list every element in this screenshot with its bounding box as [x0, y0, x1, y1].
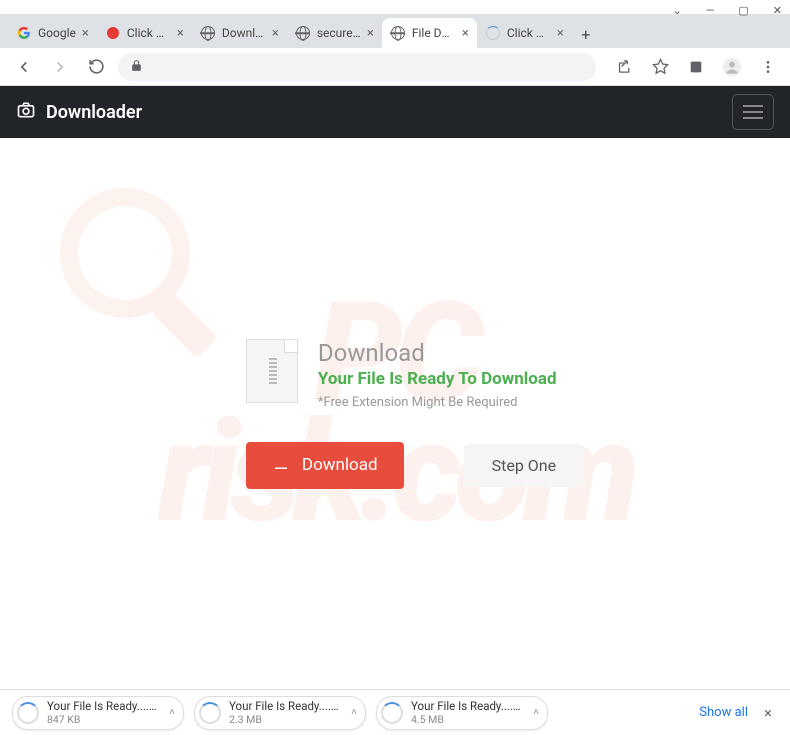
new-tab-button[interactable]: + — [572, 20, 600, 48]
step-one-button[interactable]: Step One — [464, 444, 585, 487]
download-heading: Download — [318, 339, 557, 367]
tab-close-icon[interactable]: × — [557, 26, 564, 41]
tab-close-icon[interactable]: × — [462, 26, 469, 41]
ready-text: Your File Is Ready To Download — [318, 369, 557, 389]
download-icon — [272, 454, 290, 477]
download-item[interactable]: Your File Is Ready....vhd 847 KB ˄ — [12, 696, 184, 730]
profile-icon[interactable] — [720, 55, 744, 79]
close-downloads-bar-button[interactable]: × — [758, 704, 778, 722]
tab-secureddo[interactable]: secureddo... × — [287, 18, 382, 48]
download-size: 4.5 MB — [411, 713, 525, 726]
download-spinner-icon — [199, 702, 221, 724]
tab-title: File Downl... — [412, 26, 456, 40]
red-dot-favicon — [105, 25, 121, 41]
address-bar[interactable] — [118, 53, 596, 81]
window-maximize-button[interactable]: ▢ — [738, 4, 748, 17]
page-body: PCrisk.com Download Your File Is Ready T… — [0, 138, 790, 689]
tab-click-allow-2[interactable]: Click Allow × — [477, 18, 572, 48]
download-panel: Download Your File Is Ready To Download … — [206, 339, 584, 489]
browser-toolbar — [0, 48, 790, 86]
download-button-label: Download — [302, 455, 378, 475]
chevron-up-icon[interactable]: ˄ — [169, 707, 175, 718]
tab-close-icon[interactable]: × — [367, 26, 374, 41]
downloads-bar: Your File Is Ready....vhd 847 KB ˄ Your … — [0, 689, 790, 735]
loading-spinner-icon — [485, 25, 501, 41]
brand: Downloader — [16, 100, 142, 125]
hamburger-menu-button[interactable] — [732, 94, 774, 130]
download-filename: Your File Is Ready....vhd — [229, 699, 343, 713]
tab-title: secureddo... — [317, 26, 361, 40]
download-button[interactable]: Download — [246, 442, 404, 489]
share-icon[interactable] — [612, 55, 636, 79]
window-controls: ⌄ — ▢ ✕ — [0, 0, 790, 14]
reload-button[interactable] — [82, 53, 110, 81]
forward-button[interactable] — [46, 53, 74, 81]
menu-icon[interactable] — [756, 55, 780, 79]
extension-note: *Free Extension Might Be Required — [318, 395, 557, 410]
tab-title: Download... — [222, 26, 266, 40]
tab-strip: Google × Click Allow × Download... × sec… — [0, 14, 790, 48]
tab-google[interactable]: Google × — [8, 18, 97, 48]
chevron-up-icon[interactable]: ˄ — [533, 707, 539, 718]
download-filename: Your File Is Ready....vhd — [47, 699, 161, 713]
window-minimize-button[interactable]: — — [706, 4, 715, 17]
tab-file-download[interactable]: File Downl... × — [382, 18, 477, 48]
globe-favicon — [295, 25, 311, 41]
download-spinner-icon — [381, 702, 403, 724]
globe-favicon — [390, 25, 406, 41]
tab-close-icon[interactable]: × — [272, 26, 279, 41]
download-size: 847 KB — [47, 713, 161, 726]
show-all-downloads-button[interactable]: Show all — [699, 705, 748, 720]
extensions-icon[interactable] — [684, 55, 708, 79]
brand-text: Downloader — [46, 102, 142, 123]
tab-title: Google — [38, 26, 76, 40]
tab-click-allow-1[interactable]: Click Allow × — [97, 18, 192, 48]
download-size: 2.3 MB — [229, 713, 343, 726]
tab-title: Click Allow — [127, 26, 171, 40]
download-filename: Your File Is Ready....vhd — [411, 699, 525, 713]
camera-icon — [16, 100, 36, 125]
chevron-up-icon[interactable]: ˄ — [351, 707, 357, 718]
back-button[interactable] — [10, 53, 38, 81]
tab-close-icon[interactable]: × — [177, 26, 184, 41]
download-item[interactable]: Your File Is Ready....vhd 4.5 MB ˄ — [376, 696, 548, 730]
google-favicon — [16, 25, 32, 41]
window-dropdown-icon[interactable]: ⌄ — [673, 4, 682, 17]
page-header: Downloader — [0, 86, 790, 138]
lock-icon — [130, 57, 143, 76]
globe-favicon — [200, 25, 216, 41]
file-icon — [246, 339, 298, 403]
bookmark-icon[interactable] — [648, 55, 672, 79]
download-item[interactable]: Your File Is Ready....vhd 2.3 MB ˄ — [194, 696, 366, 730]
window-close-button[interactable]: ✕ — [773, 4, 782, 17]
download-spinner-icon — [17, 702, 39, 724]
tab-download[interactable]: Download... × — [192, 18, 287, 48]
tab-title: Click Allow — [507, 26, 551, 40]
tab-close-icon[interactable]: × — [82, 26, 89, 41]
